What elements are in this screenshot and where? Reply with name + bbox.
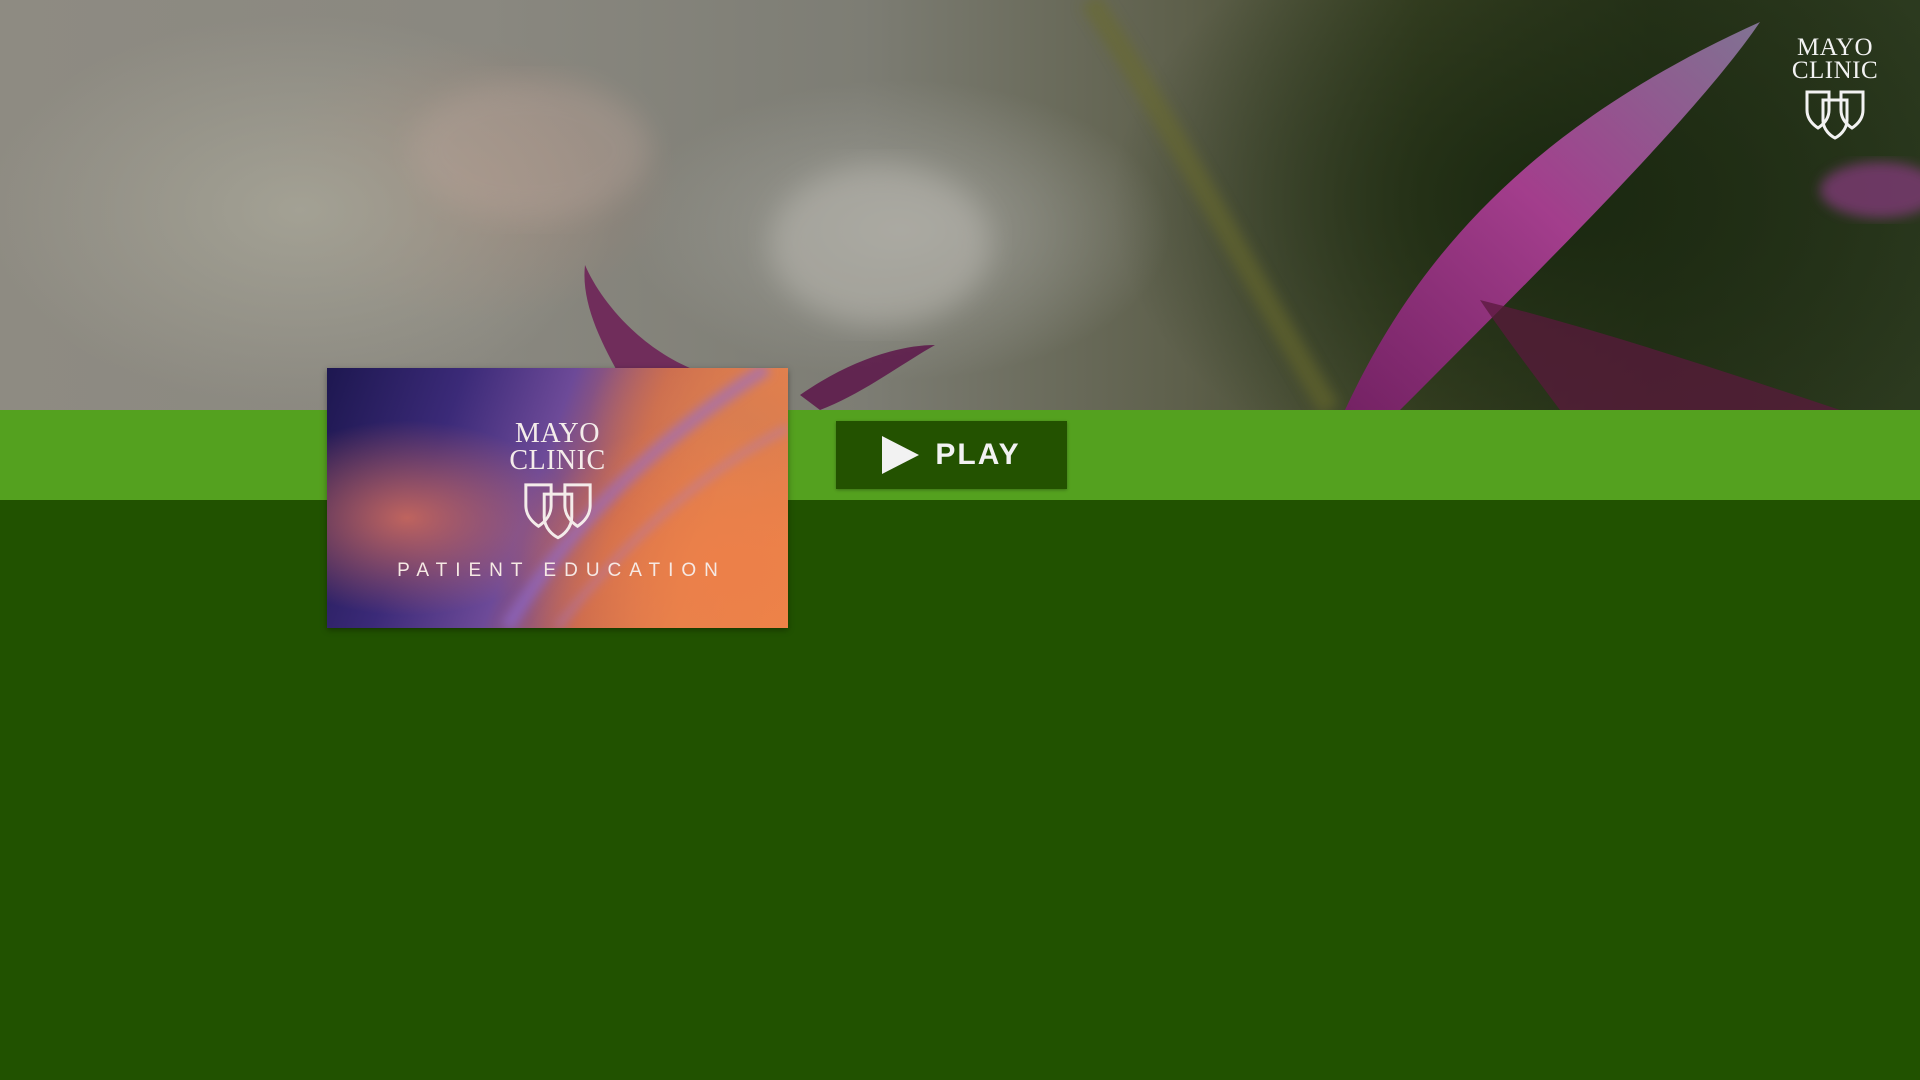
logo-text-line1: MAYO [1796, 34, 1874, 61]
app-root: MAYO CLINIC MAYO CLINIC PATIENT EDUCATIO… [0, 0, 1920, 1080]
logo-text-line2: CLINIC [1791, 57, 1879, 84]
play-button[interactable]: PLAY [836, 421, 1067, 489]
shield-icon [523, 483, 592, 540]
thumbnail-logo-line2: CLINIC [509, 445, 606, 476]
video-thumbnail[interactable]: MAYO CLINIC PATIENT EDUCATION [327, 368, 788, 628]
play-icon [882, 436, 920, 474]
hero-background-image [0, 0, 1920, 410]
thumbnail-logo-line1: MAYO [515, 418, 600, 449]
shield-icon [1805, 90, 1865, 140]
thumbnail-logo: MAYO CLINIC [327, 420, 788, 540]
hero-plant-illustration [410, 0, 1920, 410]
thumbnail-caption: PATIENT EDUCATION [397, 560, 726, 581]
play-button-label: PLAY [935, 438, 1021, 471]
mayo-clinic-logo: MAYO CLINIC [1780, 34, 1890, 140]
